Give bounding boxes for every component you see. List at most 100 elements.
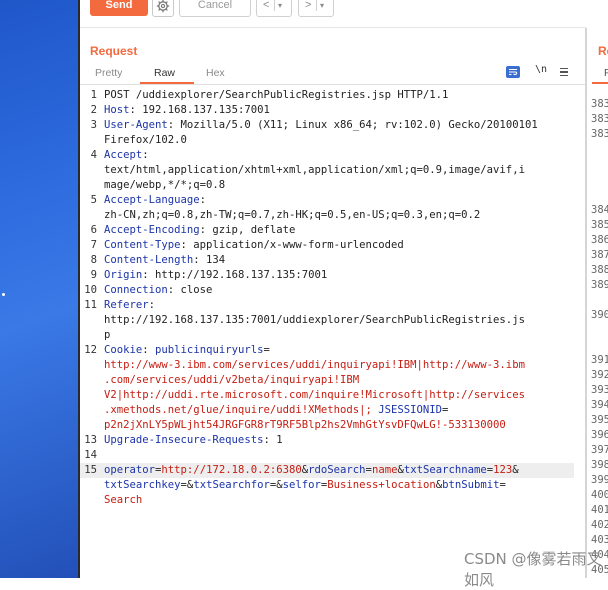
header-name: publicinquiryurls bbox=[155, 344, 264, 356]
code-line[interactable]: Host: 192.168.137.135:7001 bbox=[104, 103, 574, 118]
tab-hex[interactable]: Hex bbox=[206, 67, 225, 79]
forward-button[interactable]: > ▾ bbox=[298, 0, 334, 17]
tab-response-pretty[interactable]: P bbox=[604, 67, 608, 79]
request-panel-title: Request bbox=[90, 44, 138, 58]
request-text[interactable]: POST /uddiexplorer/SearchPublicRegistrie… bbox=[104, 88, 574, 508]
button-separator bbox=[274, 0, 275, 11]
header-name: txtSearchname bbox=[403, 464, 487, 476]
code-line[interactable]: Referer: bbox=[104, 298, 574, 313]
line-number: 1 bbox=[90, 89, 97, 101]
button-separator bbox=[316, 0, 317, 11]
code-line[interactable]: zh-CN,zh;q=0.8,zh-TW;q=0.7,zh-HK;q=0.5,e… bbox=[104, 208, 574, 223]
code-line[interactable]: User-Agent: Mozilla/5.0 (X11; Linux x86_… bbox=[104, 118, 574, 133]
word-wrap-toggle[interactable] bbox=[506, 66, 520, 78]
code-line[interactable]: .com/services/uddi/v2beta/inquiryapi!IBM bbox=[104, 373, 574, 388]
param-value: .xmethods.net/glue/inquire/uddi!XMethods… bbox=[104, 404, 379, 416]
code-line[interactable]: Accept-Language: bbox=[104, 193, 574, 208]
code-line[interactable]: text/html,application/xhtml+xml,applicat… bbox=[104, 163, 574, 178]
tab-raw[interactable]: Raw bbox=[154, 67, 175, 79]
code-line[interactable]: operator=http://172.18.0.2:6380&rdoSearc… bbox=[104, 463, 574, 478]
settings-button[interactable] bbox=[152, 0, 174, 17]
send-button[interactable]: Send bbox=[90, 0, 148, 16]
line-number: 9 bbox=[90, 269, 97, 281]
code-line[interactable]: http://192.168.137.135:7001/uddiexplorer… bbox=[104, 313, 574, 328]
header-name: btnSubmit bbox=[442, 479, 500, 491]
active-tab-indicator bbox=[592, 82, 608, 84]
param-value: name bbox=[371, 464, 398, 476]
response-line-number: 383 bbox=[591, 128, 608, 140]
tab-pretty[interactable]: Pretty bbox=[95, 67, 122, 79]
chevron-down-icon[interactable]: ▾ bbox=[320, 0, 324, 16]
code-line[interactable]: Cookie: publicinquiryurls= bbox=[104, 343, 574, 358]
param-value: http://www-3.ibm.com/services/uddi/inqui… bbox=[104, 359, 525, 371]
code-line[interactable]: Search bbox=[104, 493, 574, 508]
response-line-number: 385 bbox=[591, 219, 608, 231]
code-line[interactable]: p bbox=[104, 328, 574, 343]
code-line[interactable]: V2|http://uddi.rte.microsoft.com/inquire… bbox=[104, 388, 574, 403]
code-line[interactable]: POST /uddiexplorer/SearchPublicRegistrie… bbox=[104, 88, 574, 103]
line-number: 10 bbox=[84, 284, 97, 296]
code-text: = bbox=[442, 404, 449, 416]
param-value: p2n2jXnLY5pWLjht54JRGFGR8rT9RF5Blp2hs2Vm… bbox=[104, 419, 506, 431]
code-text: : bbox=[142, 149, 149, 161]
response-line-number: 399 bbox=[591, 474, 608, 486]
code-text: : 134 bbox=[193, 254, 226, 266]
code-text: : 1 bbox=[263, 434, 283, 446]
line-number: 12 bbox=[84, 344, 97, 356]
response-line-number: 390 bbox=[591, 309, 608, 321]
header-name: Cookie bbox=[104, 344, 143, 356]
code-line[interactable]: Content-Length: 134 bbox=[104, 253, 574, 268]
response-line-number: 391 bbox=[591, 354, 608, 366]
response-line-number: 383 bbox=[591, 113, 608, 125]
code-line[interactable]: Firefox/102.0 bbox=[104, 133, 574, 148]
code-line[interactable]: mage/webp,*/*;q=0.8 bbox=[104, 178, 574, 193]
code-text: mage/webp,*/*;q=0.8 bbox=[104, 179, 226, 191]
response-line-number: 395 bbox=[591, 414, 608, 426]
param-value: Search bbox=[104, 494, 143, 506]
code-text: : application/x-www-form-urlencoded bbox=[180, 239, 404, 251]
desktop-dot bbox=[2, 293, 5, 296]
line-number: 5 bbox=[90, 194, 97, 206]
code-line[interactable]: http://www-3.ibm.com/services/uddi/inqui… bbox=[104, 358, 574, 373]
header-name: Host bbox=[104, 104, 130, 116]
response-line-number: 384 bbox=[591, 204, 608, 216]
response-line-number: 383 bbox=[591, 98, 608, 110]
back-arrow-icon: < bbox=[263, 0, 270, 11]
header-name: Connection bbox=[104, 284, 168, 296]
code-text: p bbox=[104, 329, 111, 341]
code-line[interactable]: Accept-Encoding: gzip, deflate bbox=[104, 223, 574, 238]
gear-icon bbox=[156, 0, 170, 13]
chevron-down-icon[interactable]: ▾ bbox=[278, 0, 282, 16]
code-text: Firefox/102.0 bbox=[104, 134, 187, 146]
code-text: & bbox=[512, 464, 519, 476]
response-line-number: 403 bbox=[591, 534, 608, 546]
code-text: : Mozilla/5.0 (X11; Linux x86_64; rv:102… bbox=[167, 119, 538, 131]
code-line[interactable]: Origin: http://192.168.137.135:7001 bbox=[104, 268, 574, 283]
header-name: Accept-Encoding bbox=[104, 224, 200, 236]
code-text: text/html,application/xhtml+xml,applicat… bbox=[104, 164, 525, 176]
header-name: Content-Length bbox=[104, 254, 194, 266]
show-newlines-toggle[interactable]: \n bbox=[535, 64, 547, 75]
line-number: 14 bbox=[84, 449, 97, 461]
request-editor[interactable]: 1 2 3 4 5 6 7 8 9 10 11 12 13 14 15 POST… bbox=[80, 88, 586, 578]
code-text: = bbox=[263, 344, 270, 356]
code-text: zh-CN,zh;q=0.8,zh-TW;q=0.7,zh-HK;q=0.5,e… bbox=[104, 209, 481, 221]
code-line[interactable]: Upgrade-Insecure-Requests: 1 bbox=[104, 433, 574, 448]
code-text: : http://192.168.137.135:7001 bbox=[142, 269, 328, 281]
response-line-number: 389 bbox=[591, 279, 608, 291]
code-line[interactable]: Accept: bbox=[104, 148, 574, 163]
code-line[interactable]: .xmethods.net/glue/inquire/uddi!XMethods… bbox=[104, 403, 574, 418]
response-line-number: 401 bbox=[591, 504, 608, 516]
code-line[interactable]: Connection: close bbox=[104, 283, 574, 298]
code-line[interactable] bbox=[104, 448, 574, 463]
menu-icon[interactable] bbox=[560, 68, 568, 78]
code-line[interactable]: p2n2jXnLY5pWLjht54JRGFGR8rT9RF5Blp2hs2Vm… bbox=[104, 418, 574, 433]
cancel-button[interactable]: Cancel bbox=[179, 0, 251, 17]
header-name: txtSearchkey bbox=[104, 479, 181, 491]
code-text: : close bbox=[167, 284, 213, 296]
line-number: 3 bbox=[90, 119, 97, 131]
panel-splitter[interactable] bbox=[585, 28, 587, 578]
code-line[interactable]: Content-Type: application/x-www-form-url… bbox=[104, 238, 574, 253]
code-line[interactable]: txtSearchkey=&txtSearchfor=&selfor=Busin… bbox=[104, 478, 574, 493]
back-button[interactable]: < ▾ bbox=[256, 0, 292, 17]
